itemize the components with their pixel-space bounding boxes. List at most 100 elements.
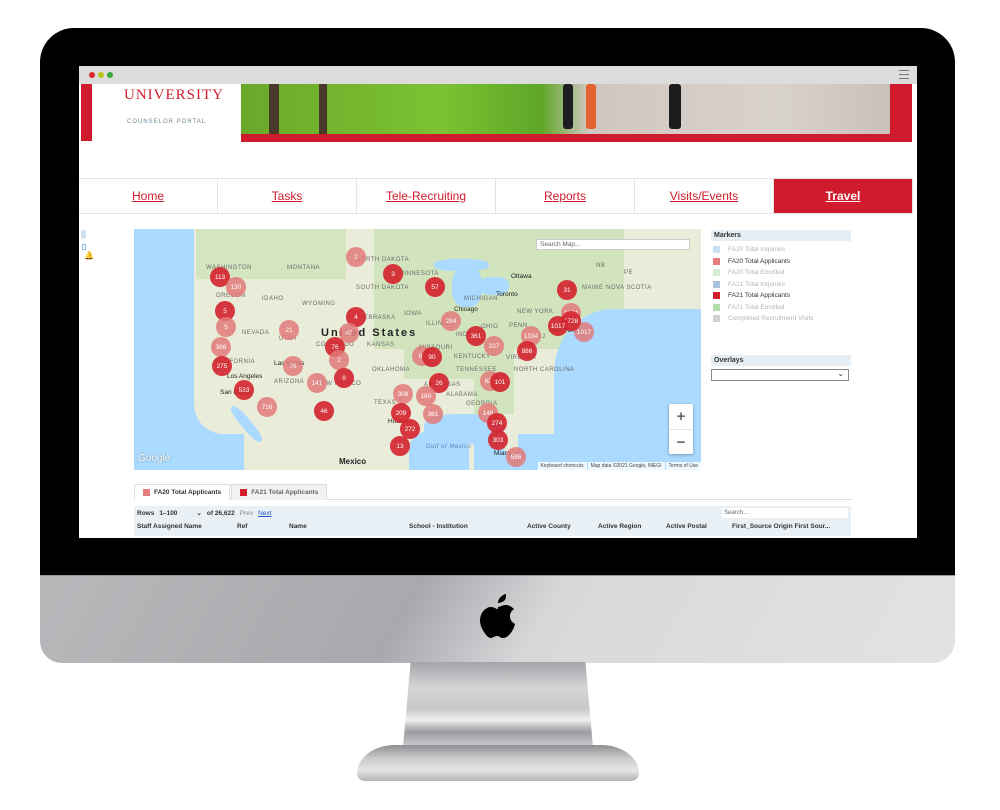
legend-swatch <box>713 280 720 288</box>
map-marker-cluster[interactable]: 76 <box>283 356 303 376</box>
hamburger-icon[interactable] <box>899 70 909 79</box>
map-attribution: Keyboard shortcuts Map data ©2021 Google… <box>537 462 701 470</box>
nav-visits-events[interactable]: Visits/Events <box>635 179 774 213</box>
map-marker-cluster[interactable]: 21 <box>279 320 299 340</box>
column-header[interactable]: Active Region <box>598 523 641 530</box>
browser-titlebar <box>79 66 917 84</box>
close-window-button[interactable] <box>89 72 95 78</box>
map-marker-cluster[interactable]: 3 <box>383 264 403 284</box>
chevron-down-icon[interactable]: ⌄ <box>196 509 201 517</box>
maximize-window-button[interactable] <box>107 72 113 78</box>
map-marker-cluster[interactable]: 101 <box>490 372 510 392</box>
map-label-state: IDAHO <box>262 296 284 302</box>
column-header[interactable]: Staff Assigned Name <box>137 523 202 530</box>
map-marker-cluster[interactable]: 886 <box>517 341 537 361</box>
map-label-water: Gulf of Mexico <box>426 444 472 450</box>
terms-of-use-link[interactable]: Terms of Use <box>665 462 701 470</box>
overlays-select[interactable]: ⌄ <box>711 368 849 381</box>
bell-icon[interactable]: 🔔 <box>84 251 94 260</box>
map-marker-cluster[interactable]: 31 <box>557 280 577 300</box>
rows-range-select[interactable]: 1–100 <box>159 510 177 517</box>
nav-reports[interactable]: Reports <box>496 179 635 213</box>
google-logo: Google <box>138 453 171 464</box>
map-marker-cluster[interactable]: 13 <box>390 436 410 456</box>
legend-item[interactable]: FA21 Total Enrolled <box>713 302 849 314</box>
map-label-state: OKLAHOMA <box>372 367 411 373</box>
map-marker-cluster[interactable]: 716 <box>257 397 277 417</box>
main-nav: Home Tasks Tele-Recruiting Reports Visit… <box>79 178 913 214</box>
map-marker-cluster[interactable]: 1017 <box>548 316 568 336</box>
legend-item[interactable]: FA20 Total Applicants <box>713 256 849 268</box>
table-search-input[interactable]: Search... <box>722 508 848 518</box>
map-marker-cluster[interactable]: 90 <box>422 347 442 367</box>
nav-travel[interactable]: Travel <box>774 179 913 213</box>
legend-item[interactable]: Completed Recruitment Visits <box>713 313 849 325</box>
column-header[interactable]: School - Institution <box>409 523 468 530</box>
map-marker-cluster[interactable]: 361 <box>423 404 443 424</box>
site-header: UNIVERSITY COUNSELOR PORTAL <box>79 84 917 158</box>
map-marker-cluster[interactable]: 275 <box>212 356 232 376</box>
nav-home[interactable]: Home <box>79 179 218 213</box>
nav-tasks[interactable]: Tasks <box>218 179 357 213</box>
map-marker-cluster[interactable]: 141 <box>307 373 327 393</box>
legend-item[interactable]: FA20 Total Inquiries <box>713 244 849 256</box>
map-marker-cluster[interactable]: 596 <box>506 447 526 467</box>
map-marker-cluster[interactable]: 308 <box>393 384 413 404</box>
map-marker-cluster[interactable]: 303 <box>488 430 508 450</box>
map-marker-cluster[interactable]: 2 <box>329 350 349 370</box>
map-label-state: KANSAS <box>367 342 395 348</box>
tab-color-swatch <box>143 489 150 496</box>
column-header[interactable]: Active County <box>527 523 571 530</box>
zoom-in-button[interactable]: + <box>669 404 693 429</box>
prev-page-link[interactable]: Prev <box>240 510 253 517</box>
rows-label: Rows <box>137 509 155 517</box>
map-label-state: MAINE <box>582 285 604 291</box>
column-header[interactable]: Ref <box>237 523 247 530</box>
map-marker-cluster[interactable]: 386 <box>211 337 231 357</box>
next-page-link[interactable]: Next <box>258 510 271 517</box>
travel-map[interactable]: WASHINGTON MONTANA NORTH DAKOTA MINNESOT… <box>134 229 701 470</box>
legend-item[interactable]: FA21 Total Inquiries <box>713 279 849 291</box>
document-icon[interactable] <box>82 244 86 250</box>
map-marker-cluster[interactable]: 237 <box>484 336 504 356</box>
legend-item[interactable]: FA20 Total Enrolled <box>713 267 849 279</box>
overlays-heading: Overlays <box>711 354 851 366</box>
map-search-input[interactable]: Search Map... <box>536 239 690 250</box>
zoom-out-button[interactable]: − <box>669 429 693 454</box>
map-label-state: NEW YORK <box>517 309 554 315</box>
column-header[interactable]: Name <box>289 523 307 530</box>
map-marker-cluster[interactable]: 160 <box>416 386 436 406</box>
column-header[interactable]: First_Source Origin First Sour... <box>732 523 830 530</box>
info-icon[interactable] <box>81 230 86 239</box>
map-label-state: NOVA SCOTIA <box>606 285 652 291</box>
map-marker-cluster[interactable]: 2 <box>346 247 366 267</box>
tab-fa21-total-applicants[interactable]: FA21 Total Applicants <box>231 484 328 500</box>
legend-swatch <box>713 257 720 265</box>
map-marker-cluster[interactable]: 9 <box>334 368 354 388</box>
map-marker-cluster[interactable]: 284 <box>441 311 461 331</box>
legend-label: Completed Recruitment Visits <box>728 315 814 323</box>
banner-accent-bar <box>241 134 912 142</box>
map-marker-cluster[interactable]: 533 <box>234 380 254 400</box>
markers-heading: Markers <box>711 230 851 241</box>
minimize-window-button[interactable] <box>98 72 104 78</box>
tab-fa20-total-applicants[interactable]: FA20 Total Applicants <box>134 484 231 500</box>
map-label-state: MICHIGAN <box>464 296 498 302</box>
nav-tele-recruiting[interactable]: Tele-Recruiting <box>357 179 496 213</box>
map-marker-cluster[interactable]: 361 <box>466 326 486 346</box>
map-label-state: ALABAMA <box>446 392 478 398</box>
keyboard-shortcuts-link[interactable]: Keyboard shortcuts <box>537 462 587 470</box>
brand-accent-bar <box>81 84 92 141</box>
map-label-state: SOUTH DAKOTA <box>356 285 409 291</box>
logo-title[interactable]: UNIVERSITY <box>124 87 224 104</box>
legend-swatch <box>713 269 720 277</box>
banner-tree <box>319 84 327 134</box>
map-marker-cluster[interactable]: 46 <box>314 401 334 421</box>
logo-subtitle: COUNSELOR PORTAL <box>127 119 207 125</box>
map-marker-cluster[interactable]: 130 <box>226 277 246 297</box>
campus-banner-image <box>241 84 908 134</box>
map-marker-cluster[interactable]: 5 <box>216 317 236 337</box>
legend-item[interactable]: FA21 Total Applicants <box>713 290 849 302</box>
column-header[interactable]: Active Postal <box>666 523 707 530</box>
map-marker-cluster[interactable]: 57 <box>425 277 445 297</box>
